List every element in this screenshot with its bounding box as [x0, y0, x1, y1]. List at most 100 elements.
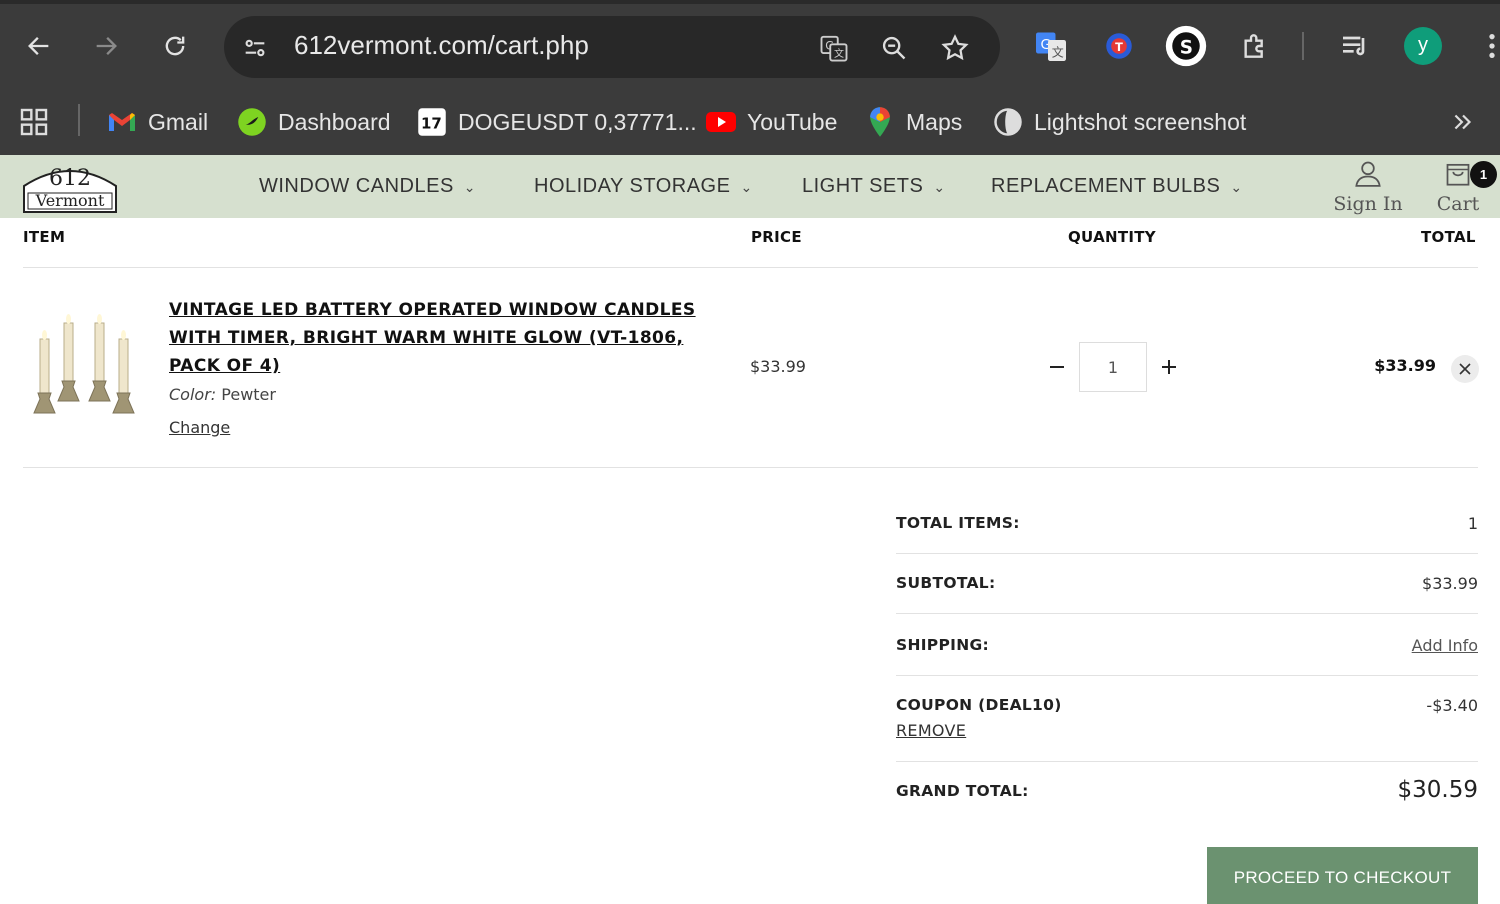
- toolbar-divider: [1302, 32, 1304, 60]
- menu-light-sets[interactable]: LIGHT SETS ⌄: [802, 175, 946, 198]
- quantity-input[interactable]: [1079, 342, 1147, 392]
- subtotal-value: $33.99: [1422, 574, 1478, 593]
- bookmark-maps[interactable]: Maps: [864, 100, 962, 144]
- forward-arrow-icon: [96, 37, 117, 55]
- plus-icon: [1162, 360, 1176, 374]
- address-bar[interactable]: 612vermont.com/cart.php G文: [224, 16, 1000, 78]
- summary-divider: [896, 553, 1478, 554]
- bookmark-youtube[interactable]: YouTube: [705, 100, 837, 144]
- extensions-puzzle-icon[interactable]: [1233, 24, 1277, 68]
- profile-initial: y: [1404, 27, 1442, 65]
- cart-label: Cart: [1436, 193, 1480, 215]
- shopping-bag-icon: [1446, 163, 1470, 186]
- browser-chrome: 612vermont.com/cart.php G文 G文 T S: [0, 0, 1500, 155]
- grand-total-label: GRAND TOTAL:: [896, 782, 1029, 800]
- chevron-down-icon: ⌄: [933, 179, 946, 195]
- menu-window-candles-label: WINDOW CANDLES: [259, 175, 454, 197]
- zoom-icon[interactable]: [879, 33, 909, 63]
- url-text[interactable]: 612vermont.com/cart.php: [294, 30, 589, 61]
- proceed-to-checkout-button[interactable]: PROCEED TO CHECKOUT: [1207, 847, 1478, 904]
- column-header-item: ITEM: [23, 228, 66, 246]
- column-header-total: TOTAL: [1421, 228, 1476, 246]
- subtotal-label: SUBTOTAL:: [896, 574, 996, 592]
- summary-divider: [896, 761, 1478, 762]
- bookmarks-bar: Gmail Dashboard 17 DOGEUSDT 0,37771... Y…: [0, 92, 1500, 155]
- chevron-down-icon: ⌄: [1230, 179, 1243, 195]
- menu-window-candles[interactable]: WINDOW CANDLES ⌄: [259, 175, 476, 198]
- shipping-add-info-link[interactable]: Add Info: [1412, 636, 1478, 655]
- product-option: Color: Pewter: [169, 385, 276, 404]
- bookmark-gmail[interactable]: Gmail: [106, 100, 208, 144]
- item-line-total: $33.99: [1374, 356, 1436, 375]
- youtube-icon: [705, 106, 737, 138]
- svg-text:文: 文: [1052, 45, 1064, 60]
- quantity-decrease-button[interactable]: [1040, 350, 1074, 384]
- gmail-icon: [106, 106, 138, 138]
- shipping-label: SHIPPING:: [896, 636, 989, 654]
- tradingview-icon: 17: [416, 106, 448, 138]
- browser-menu-icon[interactable]: [1470, 24, 1500, 68]
- extension-globe-icon[interactable]: T: [1097, 24, 1141, 68]
- item-price: $33.99: [750, 357, 806, 376]
- minus-icon: [1050, 366, 1064, 368]
- svg-text:T: T: [1115, 40, 1123, 54]
- site-info-icon[interactable]: [240, 33, 270, 63]
- bookmarks-divider: [78, 104, 80, 136]
- bookmark-dogeusdt-label: DOGEUSDT 0,37771...: [458, 108, 697, 135]
- dashboard-icon: [236, 106, 268, 138]
- bookmark-youtube-label: YouTube: [747, 108, 838, 135]
- site-header: 612 Vermont WINDOW CANDLES ⌄ HOLIDAY STO…: [0, 155, 1500, 218]
- column-header-price: PRICE: [751, 228, 802, 246]
- apps-grid-icon[interactable]: [18, 100, 50, 144]
- extension-s-icon[interactable]: S: [1164, 24, 1208, 68]
- bookmark-dogeusdt[interactable]: 17 DOGEUSDT 0,37771...: [416, 100, 697, 144]
- site-logo[interactable]: 612 Vermont: [22, 160, 118, 214]
- chevron-down-icon: ⌄: [463, 179, 477, 195]
- bookmark-gmail-label: Gmail: [148, 108, 209, 135]
- logo-word: Vermont: [35, 191, 105, 210]
- menu-replacement-bulbs-label: REPLACEMENT BULBS: [991, 175, 1221, 197]
- color-option-label: Color:: [169, 385, 217, 404]
- reading-list-icon[interactable]: [1333, 24, 1377, 68]
- total-items-value: 1: [1467, 514, 1478, 533]
- back-arrow-icon: [28, 37, 49, 55]
- forward-button[interactable]: [84, 24, 128, 68]
- more-bookmarks-icon[interactable]: [1450, 100, 1476, 144]
- svg-text:文: 文: [834, 47, 844, 60]
- change-option-link[interactable]: Change: [169, 418, 230, 437]
- browser-toolbar: 612vermont.com/cart.php G文 G文 T S: [0, 0, 1500, 92]
- bookmark-star-icon[interactable]: [940, 33, 970, 63]
- table-header-divider: [23, 267, 1478, 268]
- bookmark-maps-label: Maps: [906, 108, 963, 135]
- google-translate-extension-icon[interactable]: G文: [1029, 24, 1073, 68]
- sign-in-link[interactable]: Sign In: [1328, 159, 1408, 215]
- svg-text:17: 17: [421, 114, 442, 132]
- bookmark-dashboard[interactable]: Dashboard: [236, 100, 391, 144]
- reload-icon: [165, 36, 185, 56]
- maps-icon: [864, 106, 896, 138]
- lightshot-icon: [992, 106, 1024, 138]
- quantity-increase-button[interactable]: [1152, 350, 1186, 384]
- bookmark-lightshot[interactable]: Lightshot screenshot: [992, 100, 1246, 144]
- remove-item-button[interactable]: [1451, 355, 1479, 383]
- logo-number: 612: [49, 166, 91, 191]
- menu-light-sets-label: LIGHT SETS: [802, 175, 924, 197]
- user-icon: [1355, 161, 1381, 187]
- translate-icon[interactable]: G文: [819, 33, 849, 63]
- bookmark-lightshot-label: Lightshot screenshot: [1034, 108, 1247, 135]
- cart-count-badge: 1: [1470, 161, 1497, 188]
- total-items-label: TOTAL ITEMS:: [896, 514, 1020, 532]
- menu-replacement-bulbs[interactable]: REPLACEMENT BULBS ⌄: [991, 175, 1243, 198]
- bookmark-dashboard-label: Dashboard: [278, 108, 391, 135]
- svg-text:S: S: [1180, 37, 1193, 58]
- coupon-remove-link[interactable]: REMOVE: [896, 721, 966, 740]
- back-button[interactable]: [17, 24, 61, 68]
- grand-total-value: $30.59: [1397, 777, 1478, 803]
- menu-holiday-storage[interactable]: HOLIDAY STORAGE ⌄: [534, 175, 753, 198]
- reload-button[interactable]: [153, 24, 197, 68]
- coupon-label: COUPON (DEAL10): [896, 696, 1062, 714]
- profile-avatar[interactable]: y: [1401, 24, 1445, 68]
- product-title-link[interactable]: VINTAGE LED BATTERY OPERATED WINDOW CAND…: [169, 296, 729, 380]
- menu-holiday-storage-label: HOLIDAY STORAGE: [534, 175, 731, 197]
- product-image[interactable]: [28, 305, 140, 423]
